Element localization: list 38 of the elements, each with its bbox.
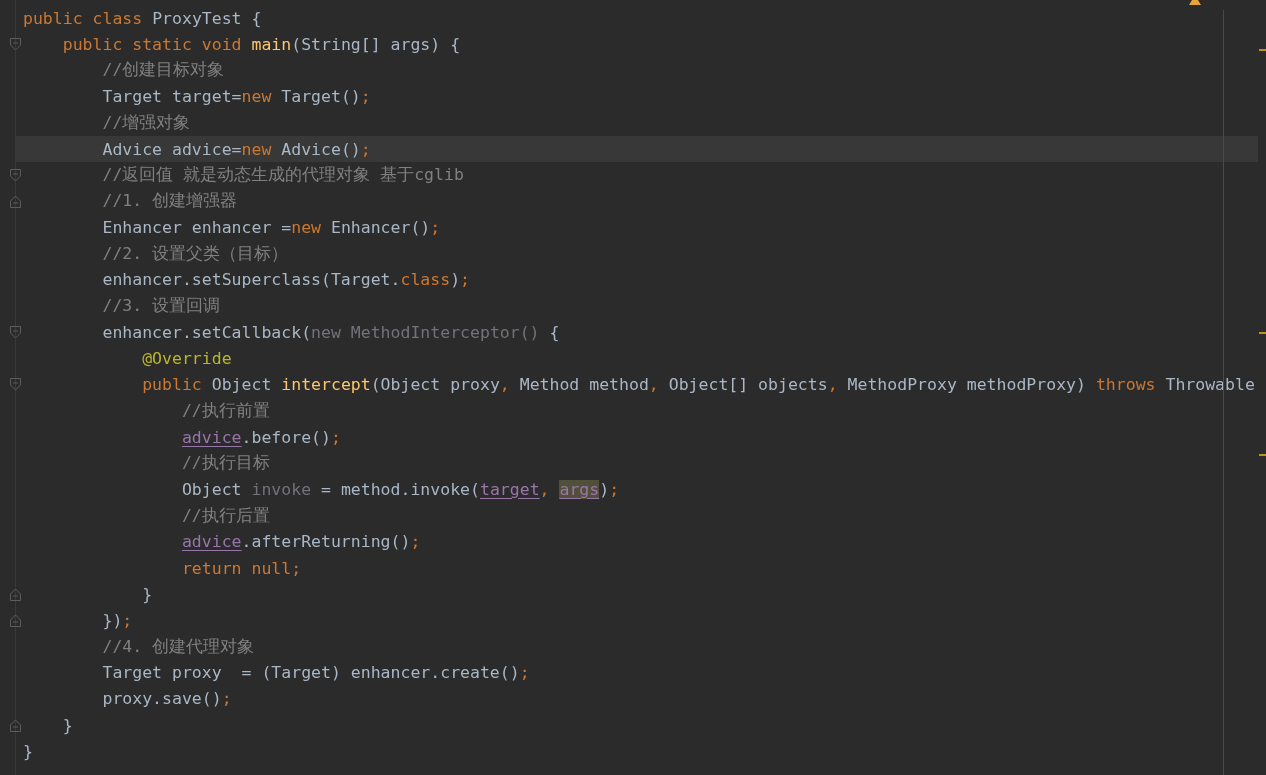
fold-icon[interactable]: [10, 325, 21, 339]
code-line: //4. 创建代理对象: [102, 635, 255, 658]
code-line: });: [102, 610, 133, 630]
code-line: }: [23, 741, 33, 761]
code-line: public Object intercept(Object proxy, Method method, Object[] objects, MethodProxy methodProxy) throws Throwable: [142, 375, 1255, 395]
fold-icon[interactable]: [10, 718, 21, 732]
code-line: Advice advice=new Advice();: [102, 139, 371, 159]
code-line: return null;: [181, 558, 302, 578]
code-line: public class ProxyTest {: [23, 8, 262, 28]
code-line: //返回值 就是动态生成的代理对象 基于cglib: [102, 164, 464, 187]
warning-icon[interactable]: [1189, 0, 1201, 5]
fold-icon[interactable]: [10, 587, 21, 601]
code-line: Target proxy = (Target) enhancer.create();: [102, 663, 530, 683]
code-line: Target target=new Target();: [102, 87, 371, 107]
code-line: public static void main(String[] args) {: [62, 34, 461, 54]
fold-icon[interactable]: [10, 37, 21, 51]
code-line: //执行前置: [181, 399, 270, 422]
code-line: //2. 设置父类（目标）: [102, 242, 289, 265]
code-line: }: [62, 715, 73, 735]
code-line: //1. 创建增强器: [102, 190, 238, 213]
code-line: //执行目标: [181, 452, 270, 475]
code-line: Enhancer enhancer =new Enhancer();: [102, 218, 441, 238]
fold-icon[interactable]: [10, 613, 21, 627]
code-line: //创建目标对象: [102, 59, 225, 82]
code-line: advice.afterReturning();: [181, 532, 421, 552]
code-line: proxy.save();: [102, 689, 232, 709]
code-line: //3. 设置回调: [102, 295, 221, 318]
fold-icon[interactable]: [10, 378, 21, 392]
code-line: advice.before();: [181, 427, 341, 447]
code-line: enhancer.setCallback(new MethodInterceptor() {: [102, 322, 560, 342]
fold-icon[interactable]: [10, 194, 21, 208]
code-line: }: [142, 584, 153, 604]
code-line: enhancer.setSuperclass(Target.class);: [102, 270, 470, 290]
code-line: //执行后置: [181, 504, 270, 527]
code-line: //增强对象: [102, 111, 191, 134]
code-line: Object invoke = method.invoke(target, args);: [181, 479, 620, 499]
fold-icon[interactable]: [10, 168, 21, 182]
code-line: @Override: [142, 349, 232, 369]
